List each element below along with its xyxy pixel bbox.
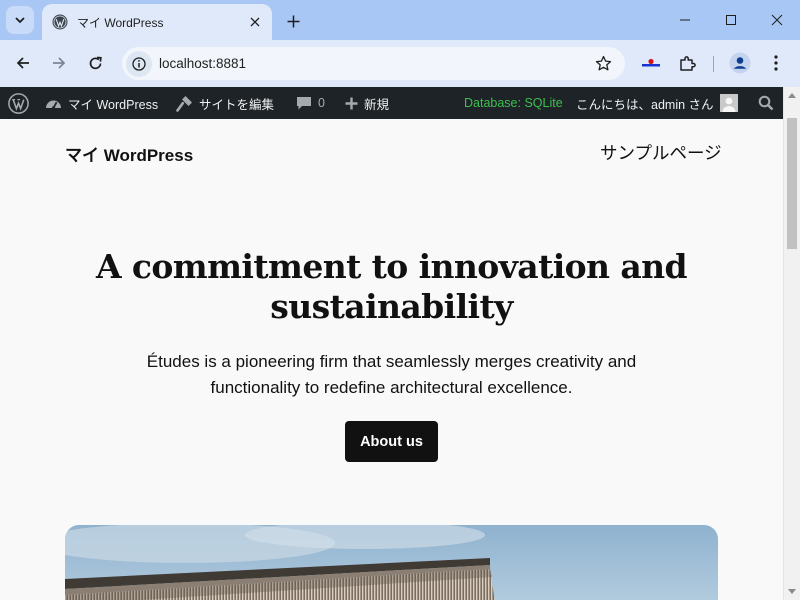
back-arrow-icon [16,57,29,69]
edit-site-link[interactable]: サイトを編集 [176,87,274,119]
scrollbar-thumb[interactable] [787,118,797,249]
database-label: Database: SQLite [464,96,563,110]
hero-building-image [65,525,718,600]
tab-search-icon [15,17,25,24]
new-tab-button[interactable] [282,10,304,32]
comments-link[interactable]: 0 [296,87,325,119]
plus-icon [287,15,299,27]
hero-heading-line: sustainability [270,287,513,326]
site-info-icon[interactable] [126,50,152,77]
nav-link-sample-page[interactable]: サンプルページ [600,140,722,165]
browser-toolbar: localhost:8881 [0,40,800,87]
tab-search-button[interactable] [6,6,34,34]
avatar [719,94,738,112]
scroll-down-arrow-icon[interactable] [788,589,796,594]
profile-icon [729,52,751,74]
hero-heading: A commitment to innovation and sustainab… [90,247,693,327]
reload-icon [89,56,102,69]
tab-strip: マイ WordPress [0,0,800,40]
extension-flag-icon [642,58,660,67]
my-account-menu[interactable]: こんにちは、admin さん [576,87,738,119]
scroll-up-arrow-icon[interactable] [788,93,796,98]
close-window-icon [771,14,783,26]
tab-title: マイ WordPress [77,15,164,30]
comments-count: 0 [318,96,325,110]
page-scrollbar[interactable] [783,87,800,600]
new-label: 新規 [364,97,390,112]
database-indicator: Database: SQLite [464,87,563,119]
profile-button[interactable] [725,48,755,78]
plus-icon [345,97,358,109]
toolbar-separator [713,56,714,72]
close-window-button[interactable] [754,4,800,36]
hero-description: Études is a pioneering firm that seamles… [90,349,693,401]
about-us-button[interactable]: About us [345,421,438,462]
puzzle-icon [679,55,696,71]
site-title[interactable]: マイ WordPress [65,141,193,166]
forward-button[interactable] [44,48,74,78]
admin-search[interactable] [758,87,774,119]
minimize-button[interactable] [662,4,708,36]
extensions-button[interactable] [672,48,702,78]
greeting-label: こんにちは、admin さん [576,97,714,112]
wordpress-logo-icon [8,92,29,114]
wp-logo-menu[interactable] [8,87,29,119]
edit-site-label: サイトを編集 [199,97,275,112]
browser-menu-button[interactable] [761,48,791,78]
url-text[interactable]: localhost:8881 [159,56,589,71]
dashboard-gauge-icon [46,100,61,110]
hero-description-line: Études is a pioneering firm that seamles… [146,352,637,371]
back-button[interactable] [8,48,38,78]
site-name-menu[interactable]: マイ WordPress [45,87,158,119]
search-icon [758,95,774,111]
star-icon[interactable] [589,50,617,78]
site-name-label: マイ WordPress [68,97,159,112]
maximize-icon [726,15,736,25]
extension-flag-button[interactable] [636,48,666,78]
more-vertical-icon [774,55,778,71]
minimize-icon [680,19,690,21]
forward-arrow-icon [53,57,66,69]
comment-bubble-icon [297,97,311,110]
new-content-menu[interactable]: 新規 [345,87,389,119]
wp-admin-bar: マイ WordPress サイトを編集 0 新規 Database: SQLit… [0,87,783,119]
hero-description-line: functionality to redefine architectural … [210,378,573,397]
active-tab[interactable]: マイ WordPress [42,4,272,40]
page-content: マイ WordPress サンプルページ A commitment to inn… [0,119,783,600]
brush-icon [176,95,192,112]
close-icon[interactable] [246,13,264,31]
reload-button[interactable] [80,48,110,78]
maximize-button[interactable] [708,4,754,36]
address-bar[interactable]: localhost:8881 [122,47,625,80]
hero-heading-line: A commitment to innovation and [95,247,688,286]
wordpress-favicon-icon [52,14,68,30]
